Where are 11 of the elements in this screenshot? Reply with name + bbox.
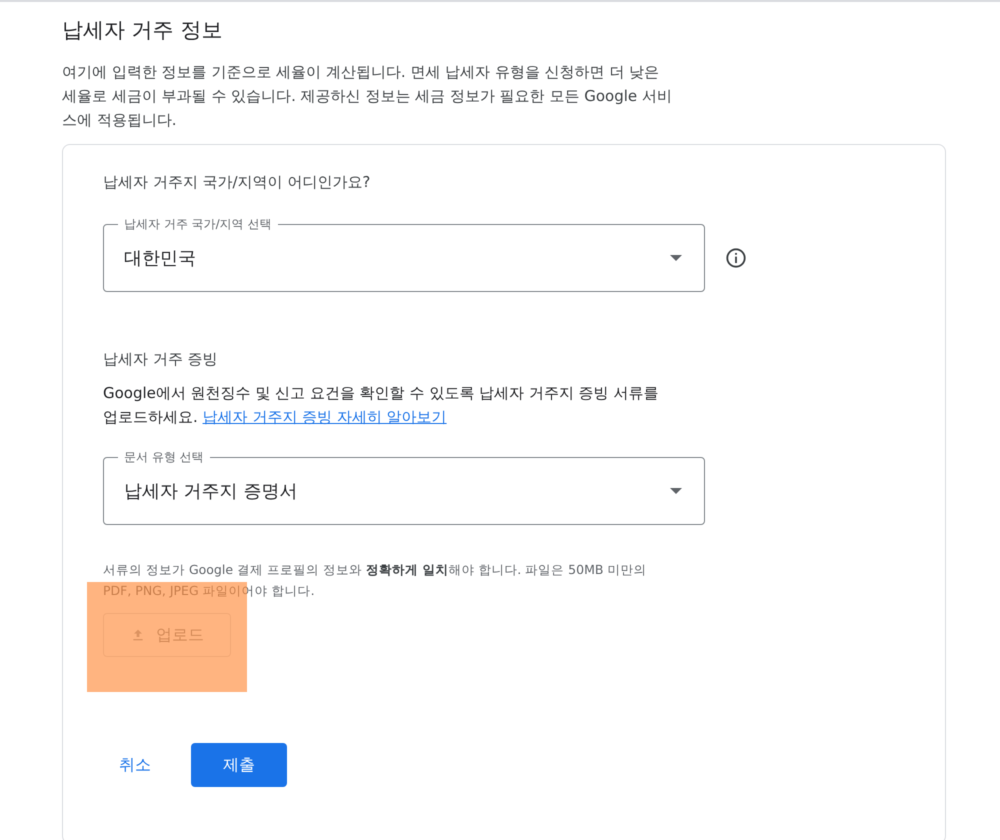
question-text: 납세자 거주지 국가/지역이 어디인가요? [103, 173, 372, 192]
instruction-text: Google에서 원천징수 및 신고 요건을 확인할 수 있도록 납세자 거주지 증빙 서류를 업로드하세요. 납세자 거주지 증빙 자세히 알아보기 [103, 383, 660, 428]
submit-button[interactable]: 제출 [191, 743, 287, 787]
info-icon[interactable] [725, 247, 747, 269]
description-text: 여기에 입력한 정보를 기준으로 세율이 계산됩니다. 면세 납세자 유형을 신청하면 더 낮은 세율로 세금이 부과될 수 있습니다. 제공하신 정보는 세금 정보가 필요한 모든 Google 서비스에 적용됩니다. [62, 62, 672, 131]
dropdown-caret-icon [670, 255, 682, 261]
cancel-button[interactable]: 취소 [103, 746, 167, 784]
learn-more-link[interactable]: 납세자 거주지 증빙 자세히 알아보기 [202, 408, 447, 426]
section-title: 납세자 거주 증빙 [103, 350, 219, 369]
section-heading: 납세자 거주 정보 [62, 17, 224, 44]
dropdown-caret-icon [670, 488, 682, 494]
